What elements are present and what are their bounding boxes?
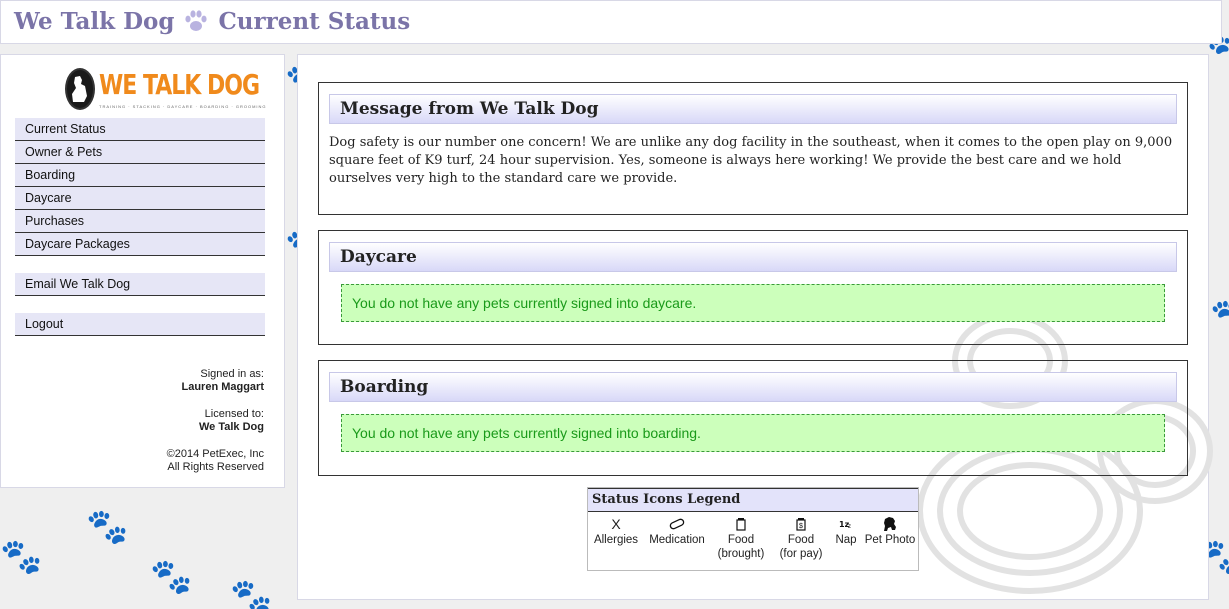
logo-text: WE TALK DOG xyxy=(99,69,260,101)
message-body: Dog safety is our number one concern! We… xyxy=(329,135,1173,186)
sidebar-logout-group: Logout xyxy=(15,313,265,336)
rights-text: All Rights Reserved xyxy=(167,461,264,473)
logout-button[interactable]: Logout xyxy=(15,313,265,336)
sidebar-item-current-status[interactable]: Current Status xyxy=(15,118,265,141)
nap-icon: 1z z xyxy=(830,515,862,533)
page-title: We Talk Dog Current Status xyxy=(14,7,410,35)
boarding-title: Boarding xyxy=(329,372,1177,402)
background-paw-icon: 🐾 xyxy=(0,538,43,576)
sidebar-item-boarding[interactable]: Boarding xyxy=(15,164,265,187)
daycare-panel: Daycare You do not have any pets current… xyxy=(318,230,1188,345)
allergies-icon: X xyxy=(611,516,621,532)
logo-tagline: TRAINING · STACKING · DAYCARE · BOARDING… xyxy=(99,103,267,109)
copyright-text: ©2014 PetExec, Inc xyxy=(166,448,264,460)
pill-icon xyxy=(644,515,710,533)
food-brought-icon xyxy=(710,515,772,533)
legend-item-nap: 1z z Nap xyxy=(830,515,862,561)
copyright-info: ©2014 PetExec, Inc All Rights Reserved xyxy=(167,448,264,474)
legend-item-medication: Medication xyxy=(644,515,710,561)
licensed-label: Licensed to: xyxy=(204,408,264,420)
message-title: Message from We Talk Dog xyxy=(329,94,1177,124)
svg-text:$: $ xyxy=(799,523,803,530)
dog-logo-icon xyxy=(65,68,95,110)
sidebar-item-daycare[interactable]: Daycare xyxy=(15,187,265,210)
sidebar-item-purchases[interactable]: Purchases xyxy=(15,210,265,233)
boarding-panel: Boarding You do not have any pets curren… xyxy=(318,360,1188,476)
paw-icon xyxy=(185,10,208,31)
legend-item-food-brought: Food (brought) xyxy=(710,515,772,561)
main-content: Message from We Talk Dog Dog safety is o… xyxy=(297,54,1213,600)
legend-item-allergies: X Allergies xyxy=(588,515,644,561)
licensed-to: We Talk Dog xyxy=(199,421,264,433)
signed-in-label: Signed in as: xyxy=(200,368,264,380)
app-name: We Talk Dog xyxy=(14,7,175,35)
company-logo: WE TALK DOG TRAINING · STACKING · DAYCAR… xyxy=(65,67,266,111)
page-name: Current Status xyxy=(218,7,411,35)
food-pay-icon: $ xyxy=(772,515,830,533)
boarding-notice: You do not have any pets currently signe… xyxy=(341,414,1165,452)
legend-title: Status Icons Legend xyxy=(588,488,918,512)
sidebar-item-owner-pets[interactable]: Owner & Pets xyxy=(15,141,265,164)
background-paw-icon: 🐾 xyxy=(150,558,193,596)
message-panel: Message from We Talk Dog Dog safety is o… xyxy=(318,82,1188,215)
svg-text:z: z xyxy=(848,524,851,530)
page-header: We Talk Dog Current Status xyxy=(0,0,1222,44)
status-icons-legend: Status Icons Legend X Allergies Medicati… xyxy=(587,487,919,571)
background-paw-icon: 🐾 xyxy=(230,578,273,609)
sidebar-item-daycare-packages[interactable]: Daycare Packages xyxy=(15,233,265,256)
legend-item-food-pay: $ Food (for pay) xyxy=(772,515,830,561)
background-paw-icon: 🐾 xyxy=(86,508,129,546)
dog-photo-icon xyxy=(862,515,918,533)
sidebar: WE TALK DOG TRAINING · STACKING · DAYCAR… xyxy=(0,54,285,488)
sidebar-email-group: Email We Talk Dog xyxy=(15,273,265,296)
sidebar-nav: Current Status Owner & Pets Boarding Day… xyxy=(15,118,265,256)
license-info: Licensed to: We Talk Dog xyxy=(199,408,264,434)
signed-in-user: Lauren Maggart xyxy=(181,381,264,393)
signed-in-info: Signed in as: Lauren Maggart xyxy=(181,368,264,394)
legend-item-pet-photo: Pet Photo xyxy=(862,515,918,561)
daycare-title: Daycare xyxy=(329,242,1177,272)
daycare-notice: You do not have any pets currently signe… xyxy=(341,284,1165,322)
sidebar-item-email[interactable]: Email We Talk Dog xyxy=(15,273,265,296)
